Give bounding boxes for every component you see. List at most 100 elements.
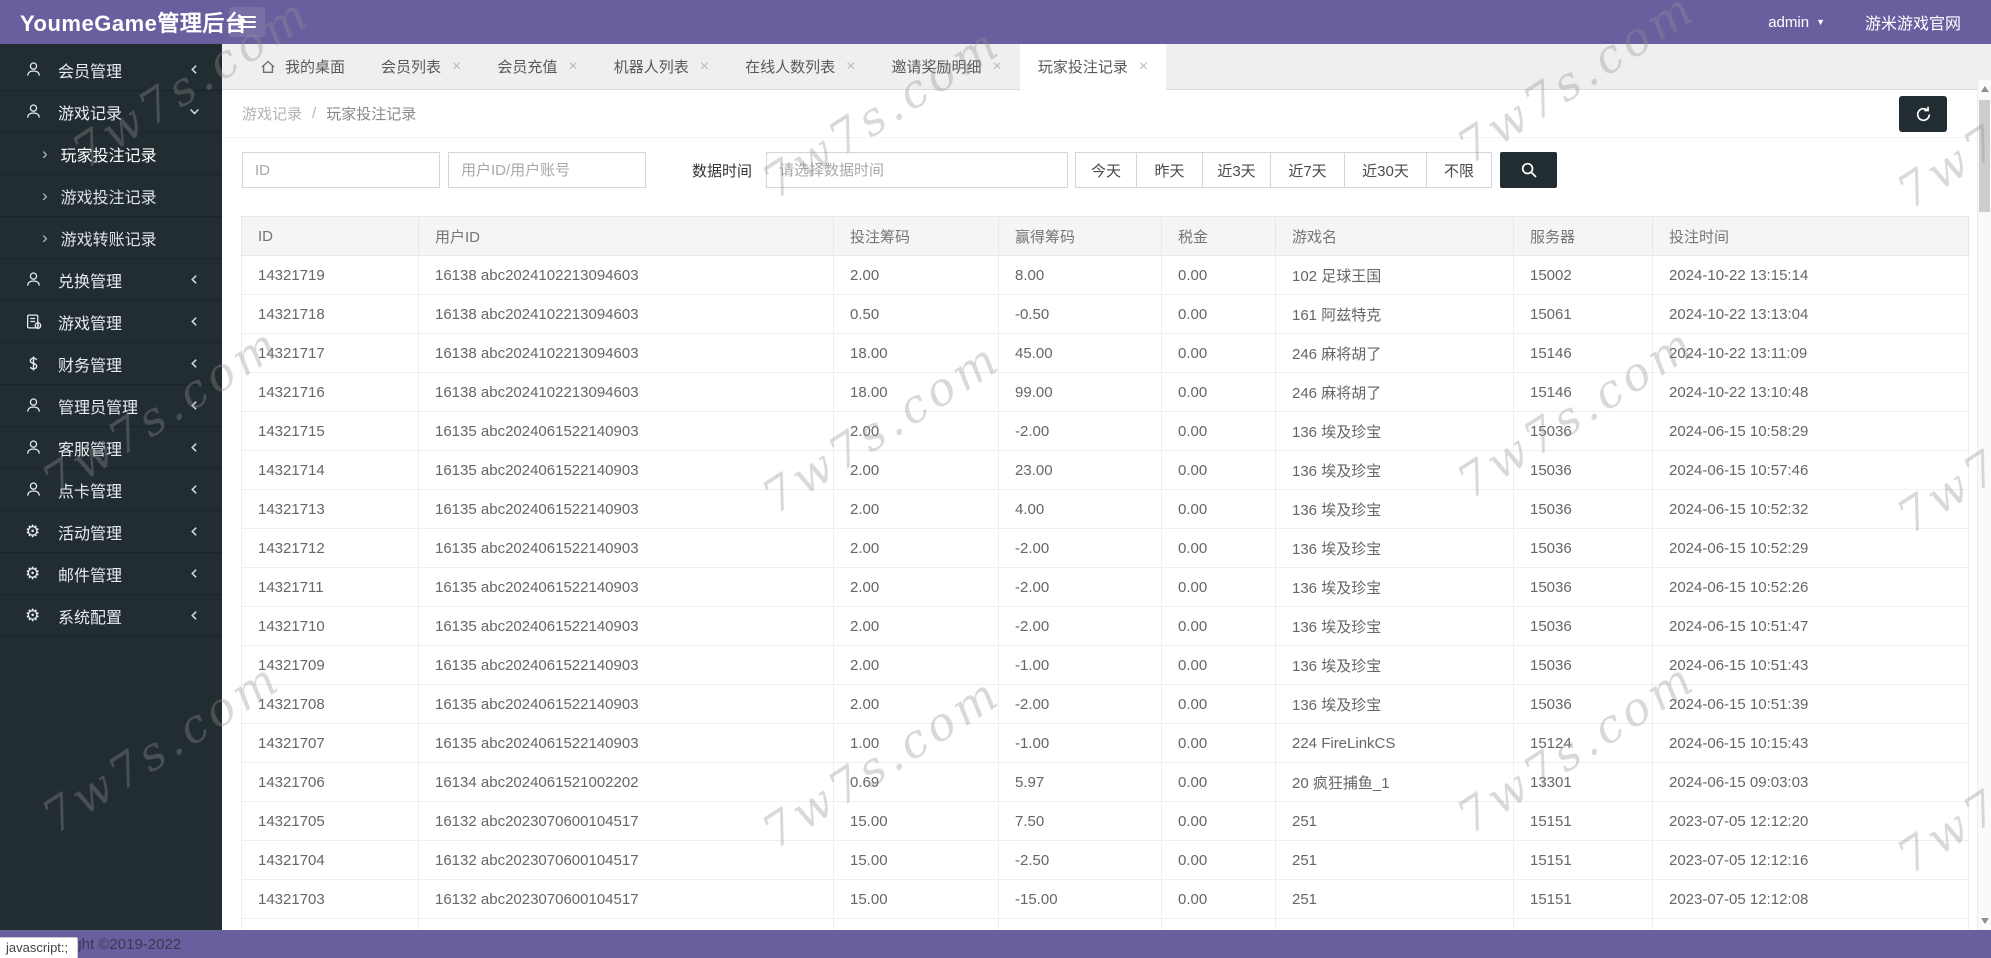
sidebar-item-point-card-management[interactable]: 点卡管理 xyxy=(0,469,222,511)
tab-member-recharge[interactable]: 会员充值 × xyxy=(479,44,595,89)
table-row: 14321716 16138 abc2024102213094603 18.00 99… xyxy=(241,372,1969,412)
tab-player-bet-records[interactable]: 玩家投注记录 × xyxy=(1019,44,1167,90)
sidebar-item-member-management[interactable]: 会员管理 xyxy=(0,49,222,91)
refresh-button[interactable] xyxy=(1899,96,1947,132)
sidebar-item-admin-management[interactable]: 管理员管理 xyxy=(0,385,222,427)
vertical-scrollbar[interactable] xyxy=(1977,80,1991,930)
table-cell: 14321718 xyxy=(241,294,419,334)
breadcrumb: 游戏记录 / 玩家投注记录 xyxy=(222,90,1991,138)
table-cell: -2.00 xyxy=(998,684,1162,724)
table-cell: 15036 xyxy=(1513,684,1653,724)
table-cell: -2.00 xyxy=(998,528,1162,568)
table-cell: -2.00 xyxy=(998,567,1162,607)
sidebar-subitem-game-transfer-records[interactable]: › 游戏转账记录 xyxy=(0,217,222,259)
sidebar-item-finance-management[interactable]: 财务管理 xyxy=(0,343,222,385)
close-icon[interactable]: × xyxy=(992,58,1001,75)
table-cell: 136 埃及珍宝 xyxy=(1275,606,1514,646)
table-cell: 8.00 xyxy=(998,255,1162,295)
table-header-cell: 投注时间 xyxy=(1652,216,1969,256)
table-cell: 0.00 xyxy=(1161,684,1276,724)
sidebar-toggle-button[interactable] xyxy=(229,7,265,37)
tab-my-desktop[interactable]: 我的桌面 xyxy=(242,44,363,89)
scrollbar-up-arrow[interactable] xyxy=(1981,86,1989,92)
table-header-cell: 税金 xyxy=(1161,216,1276,256)
scrollbar-down-arrow[interactable] xyxy=(1981,918,1989,924)
table-cell: 18.00 xyxy=(833,372,999,412)
quick-button-last-7-days[interactable]: 近7天 xyxy=(1270,152,1346,188)
tab-label: 会员充值 xyxy=(497,59,558,76)
tab-online-count-list[interactable]: 在线人数列表 × xyxy=(727,44,873,89)
table-cell: 16132 abc2023070600104517 xyxy=(418,879,834,919)
sidebar-subitem-player-bet-records[interactable]: › 玩家投注记录 xyxy=(0,133,222,175)
table-cell: 14321704 xyxy=(241,840,419,880)
table-row: 14321712 16135 abc2024061522140903 2.00 -2.… xyxy=(241,528,1969,568)
table-cell: 2.00 xyxy=(833,489,999,529)
sidebar-item-game-management[interactable]: 游戏管理 xyxy=(0,301,222,343)
close-icon[interactable]: × xyxy=(700,58,709,75)
table-header-cell: 赢得筹码 xyxy=(998,216,1162,256)
arrow-right-icon: › xyxy=(42,228,48,247)
table-cell: 246 麻将胡了 xyxy=(1275,333,1514,373)
close-icon[interactable]: × xyxy=(846,58,855,75)
table-cell: 15036 xyxy=(1513,489,1653,529)
quick-button-last-3-days[interactable]: 近3天 xyxy=(1202,152,1272,188)
sidebar-item-exchange-management[interactable]: 兑换管理 xyxy=(0,259,222,301)
table-cell: 2024-06-15 10:51:39 xyxy=(1652,684,1969,724)
table-cell: 7.50 xyxy=(998,801,1162,841)
topbar-right: admin ▼ 游米游戏官网 xyxy=(1768,10,1991,34)
table-cell: -2.00 xyxy=(998,606,1162,646)
table-cell xyxy=(241,918,419,930)
chevron-left-icon xyxy=(189,484,200,495)
table-cell: 2.00 xyxy=(833,645,999,685)
table-row: 14321706 16134 abc2024061521002202 0.69 5.9… xyxy=(241,762,1969,802)
quick-button-today[interactable]: 今天 xyxy=(1075,152,1138,188)
close-icon[interactable]: × xyxy=(1139,58,1148,75)
table-header-cell: 投注筹码 xyxy=(833,216,999,256)
table-cell: 0.00 xyxy=(1161,255,1276,295)
sidebar-item-mail-management[interactable]: ⚙ 邮件管理 xyxy=(0,553,222,595)
date-input[interactable] xyxy=(766,152,1069,188)
table-cell xyxy=(833,918,999,930)
tab-member-list[interactable]: 会员列表 × xyxy=(363,44,479,89)
sidebar-subitem-game-bet-records[interactable]: › 游戏投注记录 xyxy=(0,175,222,217)
id-input[interactable] xyxy=(242,152,440,188)
sidebar-item-activity-management[interactable]: ⚙ 活动管理 xyxy=(0,511,222,553)
table-cell: 251 xyxy=(1275,801,1514,841)
breadcrumb-parent[interactable]: 游戏记录 xyxy=(242,103,302,124)
table-cell: 15.00 xyxy=(833,879,999,919)
table-cell: -1.00 xyxy=(998,723,1162,763)
sidebar-item-customer-service-management[interactable]: 客服管理 xyxy=(0,427,222,469)
table-cell: 2024-06-15 10:51:47 xyxy=(1652,606,1969,646)
table-cell: 2024-10-22 13:15:14 xyxy=(1652,255,1969,295)
gear-icon: ⚙ xyxy=(25,606,41,625)
tab-robot-list[interactable]: 机器人列表 × xyxy=(596,44,727,89)
table-cell: 0.00 xyxy=(1161,723,1276,763)
person-icon xyxy=(25,103,49,120)
tab-invite-reward-details[interactable]: 邀请奖励明细 × xyxy=(873,44,1019,89)
breadcrumb-current: 玩家投注记录 xyxy=(326,106,417,123)
chevron-left-icon xyxy=(189,568,200,579)
search-button[interactable] xyxy=(1500,152,1558,188)
table-cell: 2024-06-15 10:15:43 xyxy=(1652,723,1969,763)
scrollbar-thumb[interactable] xyxy=(1979,100,1990,212)
table-cell: 0.69 xyxy=(833,762,999,802)
table-cell: 99.00 xyxy=(998,372,1162,412)
sidebar-item-game-records[interactable]: 游戏记录 xyxy=(0,91,222,133)
table-cell: 0.00 xyxy=(1161,450,1276,490)
close-icon[interactable]: × xyxy=(452,58,461,75)
sidebar-item-system-config[interactable]: ⚙ 系统配置 xyxy=(0,595,222,637)
table-cell: 0.50 xyxy=(833,294,999,334)
table-cell: 0.00 xyxy=(1161,840,1276,880)
admin-dropdown[interactable]: admin ▼ xyxy=(1768,14,1825,31)
official-site-link[interactable]: 游米游戏官网 xyxy=(1865,10,1961,34)
table-cell: 14321711 xyxy=(241,567,419,607)
quick-button-yesterday[interactable]: 昨天 xyxy=(1136,152,1204,188)
tabbar: 我的桌面 会员列表 × 会员充值 × 机器人列表 × 在线人数列表 × 邀请奖励明细 × 玩家投注记录… xyxy=(222,44,1991,90)
quick-button-last-30-days[interactable]: 近30天 xyxy=(1344,152,1428,188)
table-cell: 136 埃及珍宝 xyxy=(1275,411,1514,451)
user-id-input[interactable] xyxy=(448,152,646,188)
table-cell: 14321709 xyxy=(241,645,419,685)
records-table: ID 用户ID 投注筹码 赢得筹码 税金 游戏名 服务器 投注时间 14321719 16138… xyxy=(241,216,1969,930)
close-icon[interactable]: × xyxy=(568,58,577,75)
quick-button-unlimited[interactable]: 不限 xyxy=(1426,152,1493,188)
